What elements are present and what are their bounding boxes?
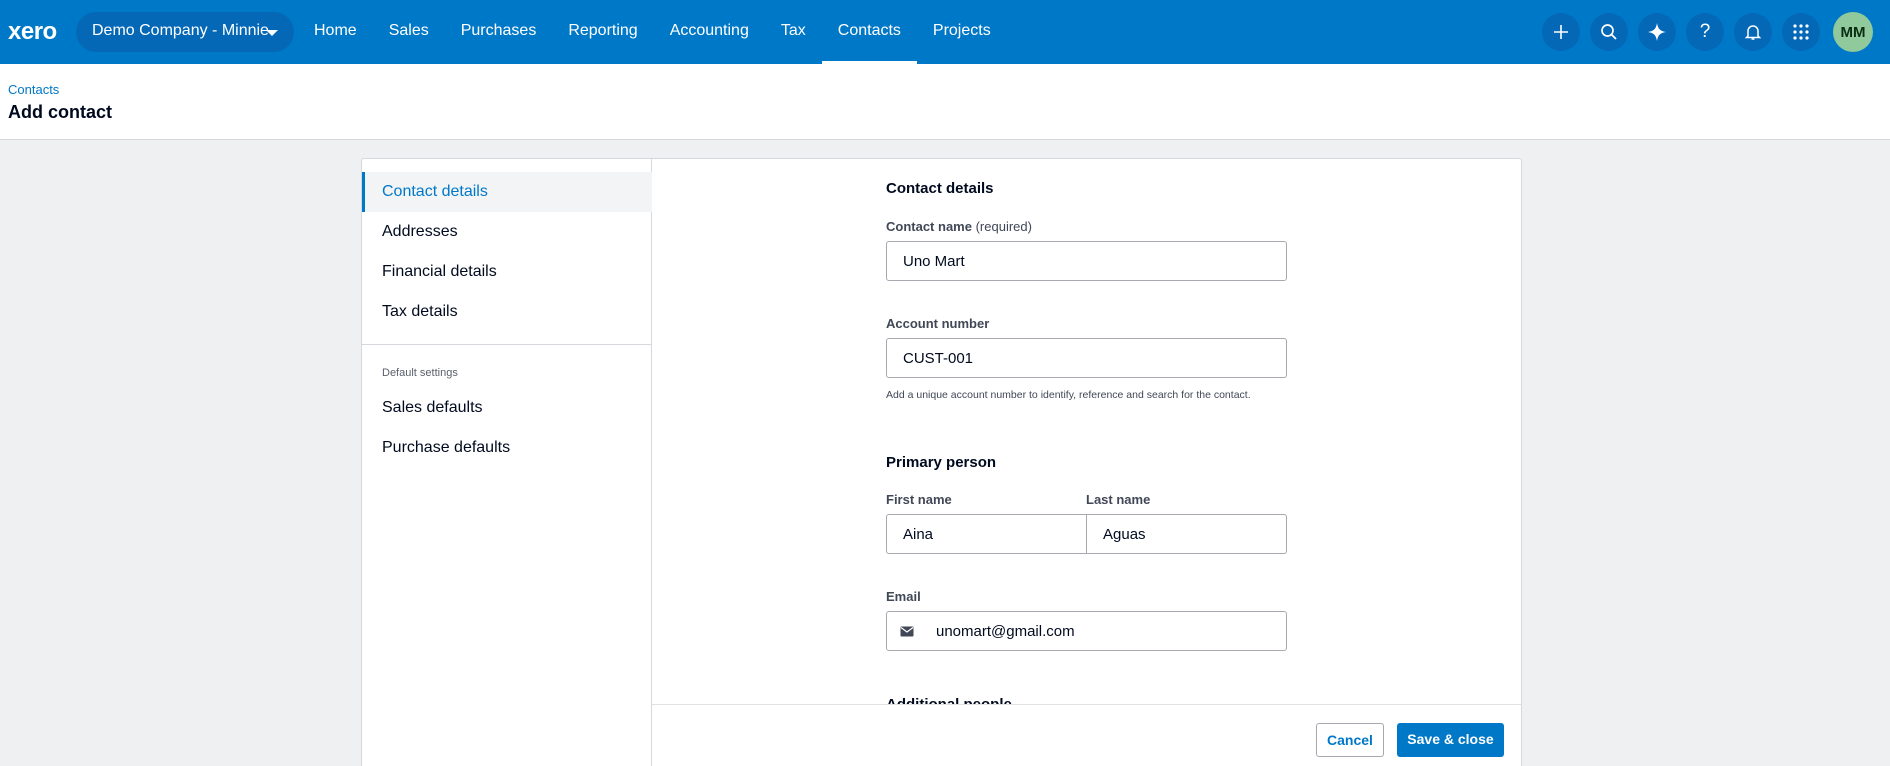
main-nav: Home Sales Purchases Reporting Accountin… [298,0,1007,64]
help-icon[interactable]: ? [1686,13,1724,51]
nav-purchases[interactable]: Purchases [445,0,553,64]
account-number-hint: Add a unique account number to identify,… [886,389,1251,401]
primary-person-heading: Primary person [886,454,997,471]
search-icon[interactable] [1590,13,1628,51]
save-and-close-button[interactable]: Save & close [1397,723,1504,757]
nav-home[interactable]: Home [298,0,373,64]
sidebar-item-tax-details[interactable]: Tax details [362,292,652,332]
contact-name-label-text: Contact name [886,219,972,234]
last-name-input[interactable]: Aguas [1086,514,1287,554]
contact-details-heading: Contact details [886,180,994,197]
sidebar-item-purchase-defaults[interactable]: Purchase defaults [362,428,652,468]
additional-people-heading: Additional people [886,696,1012,704]
avatar[interactable]: MM [1833,12,1873,52]
plus-icon[interactable] [1542,13,1580,51]
last-name-label: Last name [1086,492,1151,507]
nav-accounting[interactable]: Accounting [654,0,765,64]
top-navigation-bar: xero Demo Company - Minnie Home Sales Pu… [0,0,1890,64]
organisation-switcher[interactable]: Demo Company - Minnie [76,12,294,52]
email-input[interactable]: unomart@gmail.com [886,611,1287,651]
form-footer: Cancel Save & close [652,704,1521,766]
first-name-label: First name [886,492,952,507]
breadcrumb[interactable]: Contacts [8,82,59,97]
organisation-name: Demo Company - Minnie [92,22,269,39]
nav-reporting[interactable]: Reporting [552,0,653,64]
account-number-label: Account number [886,316,990,331]
sidebar-item-contact-details[interactable]: Contact details [362,172,652,212]
contact-name-input[interactable]: Uno Mart [886,241,1287,281]
cancel-button[interactable]: Cancel [1316,723,1384,757]
required-marker: (required) [975,219,1032,234]
sidebar-item-sales-defaults[interactable]: Sales defaults [362,388,652,428]
section-sidebar: Contact details Addresses Financial deta… [362,159,652,766]
nav-contacts[interactable]: Contacts [821,0,918,64]
sidebar-divider [362,344,652,345]
sidebar-item-financial-details[interactable]: Financial details [362,252,652,292]
nav-tax[interactable]: Tax [765,0,822,64]
default-settings-label: Default settings [382,367,458,379]
apps-grid-icon[interactable] [1782,13,1820,51]
bell-icon[interactable] [1734,13,1772,51]
xero-logo[interactable]: xero [8,18,57,46]
page-title: Add contact [8,102,113,122]
sparkle-icon[interactable] [1638,13,1676,51]
nav-sales[interactable]: Sales [373,0,445,64]
add-contact-card: Contact details Addresses Financial deta… [361,158,1522,766]
first-name-input[interactable]: Aina [886,514,1087,554]
nav-projects[interactable]: Projects [917,0,1007,64]
email-label: Email [886,589,921,604]
mail-icon [900,626,914,637]
form-panel: Contact details Contact name (required) … [652,159,1521,704]
sidebar-item-addresses[interactable]: Addresses [362,212,652,252]
chevron-down-icon [266,30,278,36]
contact-name-label: Contact name (required) [886,219,1032,234]
page-header: Contacts Add contact [0,64,1890,140]
account-number-input[interactable]: CUST-001 [886,338,1287,378]
